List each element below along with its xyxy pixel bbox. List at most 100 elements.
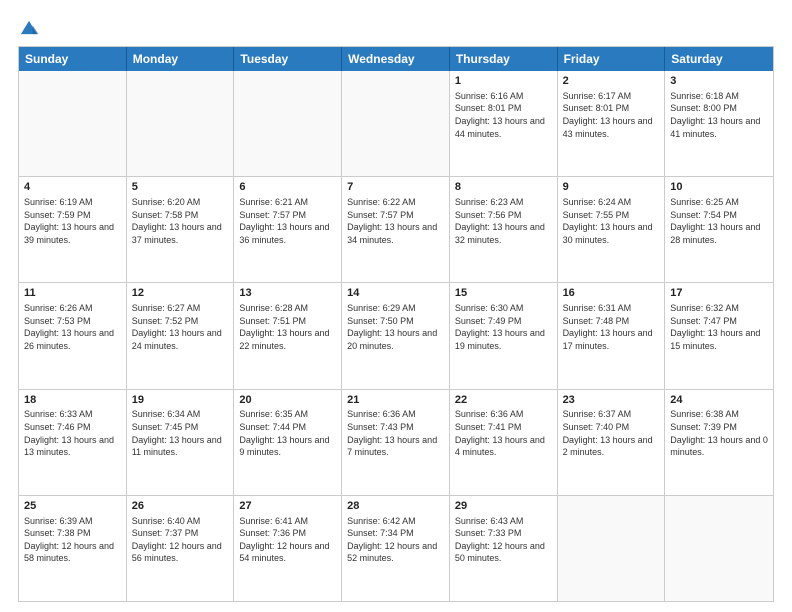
day-number: 12 xyxy=(132,286,229,301)
calendar-body: 1Sunrise: 6:16 AM Sunset: 8:01 PM Daylig… xyxy=(19,71,773,601)
cell-daylight-info: Sunrise: 6:29 AM Sunset: 7:50 PM Dayligh… xyxy=(347,302,444,352)
cell-daylight-info: Sunrise: 6:39 AM Sunset: 7:38 PM Dayligh… xyxy=(24,515,121,565)
calendar-cell: 28Sunrise: 6:42 AM Sunset: 7:34 PM Dayli… xyxy=(342,496,450,601)
calendar-cell: 19Sunrise: 6:34 AM Sunset: 7:45 PM Dayli… xyxy=(127,390,235,495)
day-number: 6 xyxy=(239,180,336,195)
cell-daylight-info: Sunrise: 6:28 AM Sunset: 7:51 PM Dayligh… xyxy=(239,302,336,352)
cell-daylight-info: Sunrise: 6:35 AM Sunset: 7:44 PM Dayligh… xyxy=(239,408,336,458)
cell-daylight-info: Sunrise: 6:17 AM Sunset: 8:01 PM Dayligh… xyxy=(563,90,660,140)
calendar-cell: 17Sunrise: 6:32 AM Sunset: 7:47 PM Dayli… xyxy=(665,283,773,388)
cell-daylight-info: Sunrise: 6:34 AM Sunset: 7:45 PM Dayligh… xyxy=(132,408,229,458)
calendar-cell: 27Sunrise: 6:41 AM Sunset: 7:36 PM Dayli… xyxy=(234,496,342,601)
cell-daylight-info: Sunrise: 6:31 AM Sunset: 7:48 PM Dayligh… xyxy=(563,302,660,352)
calendar-cell: 11Sunrise: 6:26 AM Sunset: 7:53 PM Dayli… xyxy=(19,283,127,388)
header xyxy=(18,18,774,40)
cell-daylight-info: Sunrise: 6:41 AM Sunset: 7:36 PM Dayligh… xyxy=(239,515,336,565)
day-number: 18 xyxy=(24,393,121,408)
day-number: 23 xyxy=(563,393,660,408)
day-number: 21 xyxy=(347,393,444,408)
calendar-cell xyxy=(127,71,235,176)
day-number: 25 xyxy=(24,499,121,514)
cell-daylight-info: Sunrise: 6:32 AM Sunset: 7:47 PM Dayligh… xyxy=(670,302,768,352)
calendar-cell: 29Sunrise: 6:43 AM Sunset: 7:33 PM Dayli… xyxy=(450,496,558,601)
calendar-cell: 13Sunrise: 6:28 AM Sunset: 7:51 PM Dayli… xyxy=(234,283,342,388)
day-number: 10 xyxy=(670,180,768,195)
calendar-week-row: 11Sunrise: 6:26 AM Sunset: 7:53 PM Dayli… xyxy=(19,282,773,388)
calendar-cell xyxy=(19,71,127,176)
calendar-week-row: 4Sunrise: 6:19 AM Sunset: 7:59 PM Daylig… xyxy=(19,176,773,282)
calendar-header-cell: Thursday xyxy=(450,47,558,71)
calendar-header-cell: Friday xyxy=(558,47,666,71)
day-number: 24 xyxy=(670,393,768,408)
calendar-cell: 4Sunrise: 6:19 AM Sunset: 7:59 PM Daylig… xyxy=(19,177,127,282)
cell-daylight-info: Sunrise: 6:30 AM Sunset: 7:49 PM Dayligh… xyxy=(455,302,552,352)
cell-daylight-info: Sunrise: 6:24 AM Sunset: 7:55 PM Dayligh… xyxy=(563,196,660,246)
calendar-cell: 26Sunrise: 6:40 AM Sunset: 7:37 PM Dayli… xyxy=(127,496,235,601)
calendar-cell xyxy=(558,496,666,601)
calendar-cell xyxy=(234,71,342,176)
cell-daylight-info: Sunrise: 6:22 AM Sunset: 7:57 PM Dayligh… xyxy=(347,196,444,246)
cell-daylight-info: Sunrise: 6:37 AM Sunset: 7:40 PM Dayligh… xyxy=(563,408,660,458)
calendar-cell: 3Sunrise: 6:18 AM Sunset: 8:00 PM Daylig… xyxy=(665,71,773,176)
cell-daylight-info: Sunrise: 6:19 AM Sunset: 7:59 PM Dayligh… xyxy=(24,196,121,246)
cell-daylight-info: Sunrise: 6:38 AM Sunset: 7:39 PM Dayligh… xyxy=(670,408,768,458)
calendar-cell: 8Sunrise: 6:23 AM Sunset: 7:56 PM Daylig… xyxy=(450,177,558,282)
cell-daylight-info: Sunrise: 6:26 AM Sunset: 7:53 PM Dayligh… xyxy=(24,302,121,352)
calendar-header-cell: Wednesday xyxy=(342,47,450,71)
cell-daylight-info: Sunrise: 6:21 AM Sunset: 7:57 PM Dayligh… xyxy=(239,196,336,246)
calendar-cell: 18Sunrise: 6:33 AM Sunset: 7:46 PM Dayli… xyxy=(19,390,127,495)
calendar-cell xyxy=(342,71,450,176)
cell-daylight-info: Sunrise: 6:23 AM Sunset: 7:56 PM Dayligh… xyxy=(455,196,552,246)
day-number: 1 xyxy=(455,74,552,89)
day-number: 4 xyxy=(24,180,121,195)
day-number: 15 xyxy=(455,286,552,301)
cell-daylight-info: Sunrise: 6:18 AM Sunset: 8:00 PM Dayligh… xyxy=(670,90,768,140)
day-number: 11 xyxy=(24,286,121,301)
cell-daylight-info: Sunrise: 6:16 AM Sunset: 8:01 PM Dayligh… xyxy=(455,90,552,140)
calendar-cell: 9Sunrise: 6:24 AM Sunset: 7:55 PM Daylig… xyxy=(558,177,666,282)
day-number: 8 xyxy=(455,180,552,195)
day-number: 7 xyxy=(347,180,444,195)
cell-daylight-info: Sunrise: 6:36 AM Sunset: 7:41 PM Dayligh… xyxy=(455,408,552,458)
calendar-cell: 24Sunrise: 6:38 AM Sunset: 7:39 PM Dayli… xyxy=(665,390,773,495)
day-number: 16 xyxy=(563,286,660,301)
day-number: 19 xyxy=(132,393,229,408)
calendar-header-cell: Saturday xyxy=(665,47,773,71)
cell-daylight-info: Sunrise: 6:25 AM Sunset: 7:54 PM Dayligh… xyxy=(670,196,768,246)
calendar-cell: 16Sunrise: 6:31 AM Sunset: 7:48 PM Dayli… xyxy=(558,283,666,388)
cell-daylight-info: Sunrise: 6:40 AM Sunset: 7:37 PM Dayligh… xyxy=(132,515,229,565)
calendar-cell: 23Sunrise: 6:37 AM Sunset: 7:40 PM Dayli… xyxy=(558,390,666,495)
calendar-header: SundayMondayTuesdayWednesdayThursdayFrid… xyxy=(19,47,773,71)
page: SundayMondayTuesdayWednesdayThursdayFrid… xyxy=(0,0,792,612)
calendar-cell: 2Sunrise: 6:17 AM Sunset: 8:01 PM Daylig… xyxy=(558,71,666,176)
calendar-week-row: 25Sunrise: 6:39 AM Sunset: 7:38 PM Dayli… xyxy=(19,495,773,601)
day-number: 3 xyxy=(670,74,768,89)
calendar-cell: 20Sunrise: 6:35 AM Sunset: 7:44 PM Dayli… xyxy=(234,390,342,495)
day-number: 28 xyxy=(347,499,444,514)
calendar-cell: 12Sunrise: 6:27 AM Sunset: 7:52 PM Dayli… xyxy=(127,283,235,388)
day-number: 27 xyxy=(239,499,336,514)
calendar-cell: 14Sunrise: 6:29 AM Sunset: 7:50 PM Dayli… xyxy=(342,283,450,388)
logo xyxy=(18,18,44,40)
cell-daylight-info: Sunrise: 6:43 AM Sunset: 7:33 PM Dayligh… xyxy=(455,515,552,565)
calendar-header-cell: Sunday xyxy=(19,47,127,71)
calendar-header-cell: Tuesday xyxy=(234,47,342,71)
day-number: 17 xyxy=(670,286,768,301)
day-number: 29 xyxy=(455,499,552,514)
day-number: 9 xyxy=(563,180,660,195)
logo-icon xyxy=(18,18,40,40)
cell-daylight-info: Sunrise: 6:33 AM Sunset: 7:46 PM Dayligh… xyxy=(24,408,121,458)
calendar-cell: 15Sunrise: 6:30 AM Sunset: 7:49 PM Dayli… xyxy=(450,283,558,388)
calendar: SundayMondayTuesdayWednesdayThursdayFrid… xyxy=(18,46,774,602)
day-number: 5 xyxy=(132,180,229,195)
calendar-cell: 21Sunrise: 6:36 AM Sunset: 7:43 PM Dayli… xyxy=(342,390,450,495)
calendar-cell xyxy=(665,496,773,601)
calendar-cell: 7Sunrise: 6:22 AM Sunset: 7:57 PM Daylig… xyxy=(342,177,450,282)
calendar-cell: 25Sunrise: 6:39 AM Sunset: 7:38 PM Dayli… xyxy=(19,496,127,601)
day-number: 14 xyxy=(347,286,444,301)
cell-daylight-info: Sunrise: 6:20 AM Sunset: 7:58 PM Dayligh… xyxy=(132,196,229,246)
day-number: 20 xyxy=(239,393,336,408)
day-number: 2 xyxy=(563,74,660,89)
cell-daylight-info: Sunrise: 6:27 AM Sunset: 7:52 PM Dayligh… xyxy=(132,302,229,352)
calendar-cell: 1Sunrise: 6:16 AM Sunset: 8:01 PM Daylig… xyxy=(450,71,558,176)
